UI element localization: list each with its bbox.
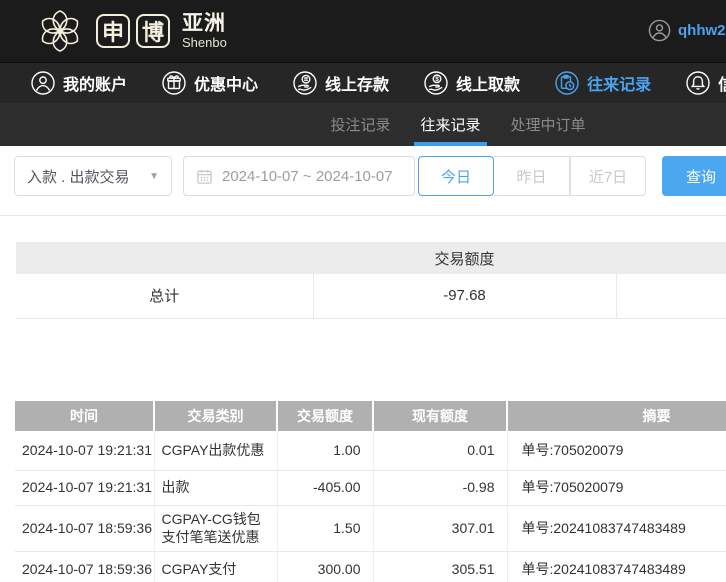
filter-row: 入款 . 出款交易 ▼ 2024-10-07 ~ 2024-10-07 今日 昨日…: [0, 156, 726, 196]
table-row: 2024-10-07 19:21:31 出款 -405.00 -0.98 单号:7050…: [15, 470, 726, 506]
username: qhhw2: [678, 22, 726, 39]
table-row: 2024-10-07 18:59:36 CGPAY支付 300.00 305.51 单号…: [15, 551, 726, 582]
table-row: 2024-10-07 19:21:31 CGPAY出款优惠 1.00 0.01 单号:7…: [15, 431, 726, 471]
table-cell: 305.51: [373, 551, 508, 582]
summary-table: 交易额度 总计 -97.68: [16, 242, 726, 319]
main-navbar: 我的账户 优惠中心 线上存款 $ 线上取款 往来记录 信息: [0, 62, 726, 103]
records-column-header: 交易额度: [277, 401, 374, 431]
records-column-header: 时间: [15, 401, 155, 431]
records-column-header: 摘要: [507, 401, 726, 431]
summary-total-label: 总计: [16, 274, 313, 319]
table-cell: 单号:20241083747483489: [507, 505, 726, 553]
table-cell: -0.98: [373, 470, 508, 506]
table-row: 2024-10-07 18:59:36 CGPAY-CG钱包支付笔笔送优惠 1.50…: [15, 505, 726, 553]
brand-region: 亚洲: [182, 12, 226, 35]
summary-total-row: 总计 -97.68: [16, 274, 726, 319]
brand-char-2: 博: [136, 14, 170, 48]
section-divider: [0, 215, 726, 216]
tab-2[interactable]: 处理中订单: [511, 103, 586, 146]
summary-total-value: -97.68: [312, 274, 616, 319]
nav-item-label: 优惠中心: [194, 77, 259, 94]
summary-header-label: 交易额度: [313, 242, 616, 274]
table-cell: 1.50: [277, 505, 374, 553]
table-cell: 300.00: [277, 551, 374, 582]
nav-item-records[interactable]: 往来记录: [554, 70, 651, 96]
table-cell: 出款: [154, 470, 278, 506]
quick-date-button-2[interactable]: 近7日: [570, 156, 646, 196]
sub-tabbar: 投注记录 往来记录 处理中订单: [0, 103, 726, 146]
calendar-icon: [197, 169, 212, 184]
nav-item-withdraw[interactable]: $ 线上取款: [423, 70, 520, 96]
gift-icon: [162, 71, 186, 95]
nav-item-label: 往来记录: [587, 77, 652, 94]
records-table: 时间 交易类别 交易额度 现有额度 摘要 2024-10-07 19:21:31 CGPA…: [15, 401, 726, 582]
nav-item-label: 信息: [718, 71, 726, 95]
table-cell: 1.00: [277, 431, 374, 471]
flower-logo-icon: [41, 10, 79, 52]
table-cell: 0.01: [373, 431, 508, 471]
transaction-type-select[interactable]: 入款 . 出款交易 ▼: [14, 156, 172, 196]
summary-header-spacer-right: [616, 242, 726, 274]
table-cell: -405.00: [277, 470, 374, 506]
nav-item-label: 我的账户: [63, 77, 128, 94]
table-cell: 2024-10-07 18:59:36: [15, 505, 155, 553]
bell-icon: [686, 71, 710, 95]
records-column-header: 交易类别: [154, 401, 278, 431]
search-button[interactable]: 查询: [662, 156, 726, 196]
quick-date-button-0[interactable]: 今日: [418, 156, 494, 196]
table-cell: 2024-10-07 18:59:36: [15, 551, 155, 582]
table-cell: CGPAY支付: [154, 551, 278, 582]
content-area: 入款 . 出款交易 ▼ 2024-10-07 ~ 2024-10-07 今日 昨日…: [0, 146, 726, 582]
table-cell: 单号:20241083747483489: [507, 551, 726, 582]
brand-char-1: 申: [96, 14, 130, 48]
chevron-down-icon: ▼: [149, 170, 159, 182]
nav-item-label: 线上存款: [325, 77, 390, 94]
table-cell: 307.01: [373, 505, 508, 553]
summary-header-spacer-left: [16, 242, 313, 274]
topbar: 申 博 亚洲 Shenbo qhhw2: [0, 0, 726, 62]
tab-0[interactable]: 投注记录: [330, 103, 390, 146]
table-cell: CGPAY-CG钱包支付笔笔送优惠: [154, 505, 278, 553]
table-cell: 2024-10-07 19:21:31: [15, 431, 155, 471]
summary-total-empty: [615, 274, 726, 319]
svg-text:$: $: [435, 76, 439, 83]
brand-subtitle: Shenbo: [182, 35, 227, 50]
records-column-header: 现有额度: [373, 401, 508, 431]
records-icon: [555, 71, 579, 95]
nav-item-deposit[interactable]: 线上存款: [292, 70, 389, 96]
transaction-type-value: 入款 . 出款交易: [27, 168, 130, 186]
date-range-value: 2024-10-07 ~ 2024-10-07: [222, 167, 393, 185]
nav-item-user[interactable]: 我的账户: [30, 70, 127, 96]
quick-date-button-1[interactable]: 昨日: [494, 156, 570, 196]
user-account[interactable]: qhhw2: [648, 19, 726, 42]
date-range-input[interactable]: 2024-10-07 ~ 2024-10-07: [183, 156, 415, 196]
nav-item-label: 线上取款: [456, 77, 521, 94]
table-cell: CGPAY出款优惠: [154, 431, 278, 471]
withdraw-icon: $: [424, 71, 448, 95]
nav-item-gift[interactable]: 优惠中心: [161, 70, 258, 96]
tab-1[interactable]: 往来记录: [414, 103, 487, 146]
quick-date-buttons: 今日 昨日 近7日: [418, 156, 646, 196]
nav-item-bell[interactable]: 信息: [685, 70, 726, 96]
user-icon: [31, 71, 55, 95]
table-cell: 单号:705020079: [507, 470, 726, 506]
table-cell: 单号:705020079: [507, 431, 726, 471]
table-cell: 2024-10-07 19:21:31: [15, 470, 155, 506]
brand-logo[interactable]: 申 博 亚洲 Shenbo: [36, 7, 227, 55]
deposit-icon: [293, 71, 317, 95]
brand-name-boxes: 申 博: [96, 14, 170, 48]
avatar-icon: [648, 19, 671, 42]
